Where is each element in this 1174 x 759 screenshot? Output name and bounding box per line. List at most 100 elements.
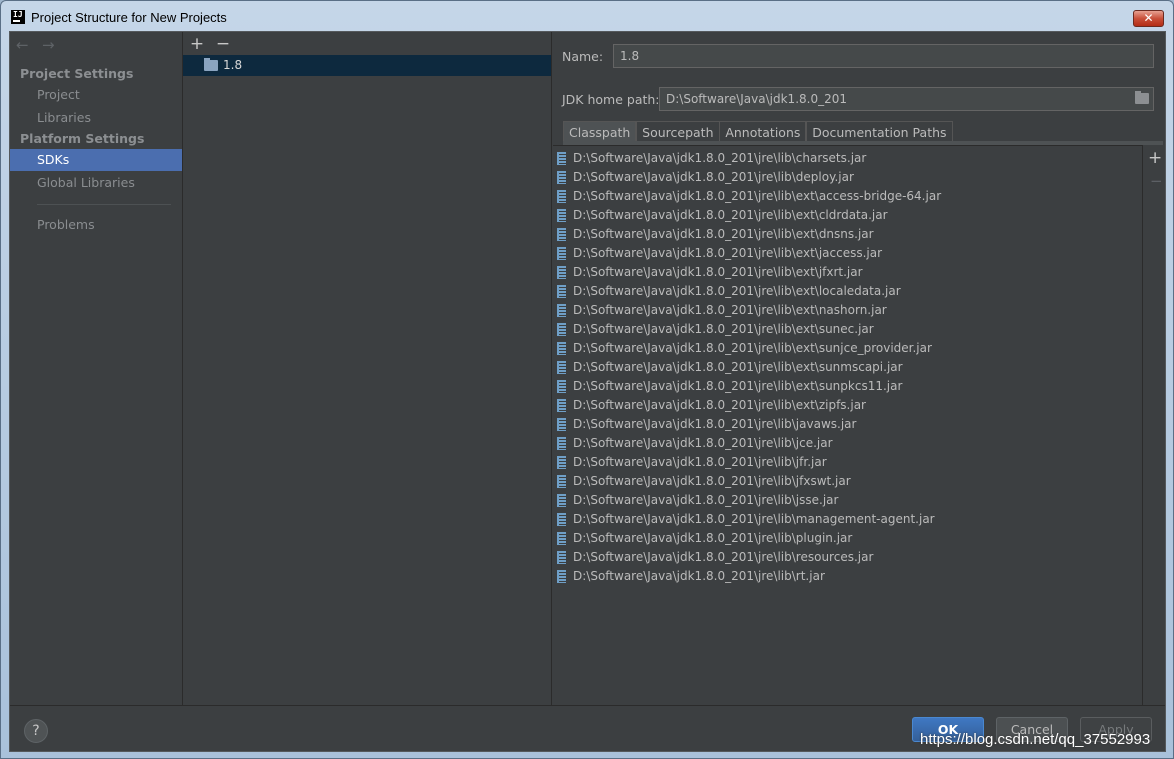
sdk-folder-icon: [204, 58, 218, 71]
classpath-entry[interactable]: D:\Software\Java\jdk1.8.0_201\jre\lib\pl…: [557, 529, 852, 548]
jar-file-icon: [557, 190, 566, 203]
jar-file-icon: [557, 380, 566, 393]
jar-file-icon: [557, 266, 566, 279]
sdk-name: 1.8: [223, 58, 243, 72]
classpath-entry-path: D:\Software\Java\jdk1.8.0_201\jre\lib\ex…: [573, 284, 901, 298]
nav-item-sdks[interactable]: SDKs: [10, 149, 182, 171]
classpath-entry-path: D:\Software\Java\jdk1.8.0_201\jre\lib\ja…: [573, 417, 857, 431]
jar-file-icon: [557, 399, 566, 412]
classpath-entry[interactable]: D:\Software\Java\jdk1.8.0_201\jre\lib\ex…: [557, 263, 863, 282]
tab-classpath[interactable]: Classpath: [563, 121, 637, 142]
classpath-entry[interactable]: D:\Software\Java\jdk1.8.0_201\jre\lib\ex…: [557, 396, 866, 415]
settings-nav: ← → Project Settings Project Libraries P…: [10, 32, 183, 705]
classpath-entry-path: D:\Software\Java\jdk1.8.0_201\jre\lib\jf…: [573, 474, 851, 488]
classpath-entry[interactable]: D:\Software\Java\jdk1.8.0_201\jre\lib\js…: [557, 491, 838, 510]
help-button[interactable]: ?: [24, 719, 48, 743]
classpath-entry-path: D:\Software\Java\jdk1.8.0_201\jre\lib\ex…: [573, 398, 866, 412]
tab-documentation-paths[interactable]: Documentation Paths: [806, 121, 953, 142]
add-sdk-button[interactable]: +: [187, 34, 207, 54]
jar-file-icon: [557, 247, 566, 260]
classpath-entry[interactable]: D:\Software\Java\jdk1.8.0_201\jre\lib\ex…: [557, 377, 902, 396]
classpath-entry-path: D:\Software\Java\jdk1.8.0_201\jre\lib\ex…: [573, 246, 883, 260]
classpath-entry-path: D:\Software\Java\jdk1.8.0_201\jre\lib\ex…: [573, 265, 863, 279]
classpath-entry-path: D:\Software\Java\jdk1.8.0_201\jre\lib\js…: [573, 493, 839, 507]
classpath-entry-path: D:\Software\Java\jdk1.8.0_201\jre\lib\ex…: [573, 341, 932, 355]
sdk-list-item[interactable]: 1.8: [183, 55, 551, 76]
nav-section-platform-settings: Platform Settings: [20, 131, 145, 146]
jar-file-icon: [557, 152, 566, 165]
add-path-button[interactable]: +: [1148, 148, 1162, 168]
classpath-entry[interactable]: D:\Software\Java\jdk1.8.0_201\jre\lib\ma…: [557, 510, 935, 529]
tab-annotations[interactable]: Annotations: [719, 121, 807, 142]
classpath-entry-path: D:\Software\Java\jdk1.8.0_201\jre\lib\rt…: [573, 569, 825, 583]
nav-item-problems[interactable]: Problems: [10, 214, 182, 236]
classpath-entry-path: D:\Software\Java\jdk1.8.0_201\jre\lib\ch…: [573, 151, 867, 165]
browse-folder-icon[interactable]: [1135, 91, 1149, 104]
classpath-entry-path: D:\Software\Java\jdk1.8.0_201\jre\lib\jf…: [573, 455, 827, 469]
title-bar[interactable]: IJ Project Structure for New Projects ✕: [1, 1, 1173, 33]
jdk-home-path-value: D:\Software\Java\jdk1.8.0_201: [666, 92, 847, 106]
jar-file-icon: [557, 209, 566, 222]
classpath-entry[interactable]: D:\Software\Java\jdk1.8.0_201\jre\lib\de…: [557, 168, 854, 187]
classpath-entry[interactable]: D:\Software\Java\jdk1.8.0_201\jre\lib\ex…: [557, 358, 903, 377]
classpath-entry-path: D:\Software\Java\jdk1.8.0_201\jre\lib\jc…: [573, 436, 833, 450]
classpath-entry-path: D:\Software\Java\jdk1.8.0_201\jre\lib\ex…: [573, 379, 903, 393]
forward-arrow-icon[interactable]: →: [42, 36, 55, 54]
classpath-entry[interactable]: D:\Software\Java\jdk1.8.0_201\jre\lib\ex…: [557, 320, 874, 339]
remove-path-button[interactable]: −: [1150, 172, 1163, 190]
classpath-entry-path: D:\Software\Java\jdk1.8.0_201\jre\lib\ex…: [573, 227, 874, 241]
back-arrow-icon[interactable]: ←: [16, 36, 29, 54]
classpath-entry[interactable]: D:\Software\Java\jdk1.8.0_201\jre\lib\ex…: [557, 187, 941, 206]
jar-file-icon: [557, 551, 566, 564]
name-label: Name:: [562, 49, 604, 64]
jar-file-icon: [557, 513, 566, 526]
watermark: https://blog.csdn.net/qq_37552993: [920, 731, 1151, 748]
classpath-entry[interactable]: D:\Software\Java\jdk1.8.0_201\jre\lib\re…: [557, 548, 873, 567]
classpath-entry[interactable]: D:\Software\Java\jdk1.8.0_201\jre\lib\jf…: [557, 453, 827, 472]
classpath-entry-path: D:\Software\Java\jdk1.8.0_201\jre\lib\ex…: [573, 208, 888, 222]
sdk-list-pane: + − 1.8: [183, 32, 552, 705]
classpath-entry[interactable]: D:\Software\Java\jdk1.8.0_201\jre\lib\ex…: [557, 282, 901, 301]
path-tabs: Classpath Sourcepath Annotations Documen…: [563, 121, 953, 142]
remove-sdk-button[interactable]: −: [213, 34, 233, 54]
dialog-window: IJ Project Structure for New Projects ✕ …: [0, 0, 1174, 759]
nav-item-global-libraries[interactable]: Global Libraries: [10, 172, 182, 194]
classpath-list[interactable]: D:\Software\Java\jdk1.8.0_201\jre\lib\ch…: [553, 145, 1143, 705]
jar-file-icon: [557, 494, 566, 507]
nav-item-libraries[interactable]: Libraries: [10, 107, 182, 129]
classpath-entry[interactable]: D:\Software\Java\jdk1.8.0_201\jre\lib\ch…: [557, 149, 866, 168]
classpath-entry-path: D:\Software\Java\jdk1.8.0_201\jre\lib\de…: [573, 170, 854, 184]
classpath-entry[interactable]: D:\Software\Java\jdk1.8.0_201\jre\lib\ex…: [557, 244, 882, 263]
classpath-entry[interactable]: D:\Software\Java\jdk1.8.0_201\jre\lib\jc…: [557, 434, 833, 453]
classpath-entry-path: D:\Software\Java\jdk1.8.0_201\jre\lib\re…: [573, 550, 874, 564]
classpath-entry[interactable]: D:\Software\Java\jdk1.8.0_201\jre\lib\jf…: [557, 472, 851, 491]
tab-sourcepath[interactable]: Sourcepath: [636, 121, 720, 142]
classpath-entry[interactable]: D:\Software\Java\jdk1.8.0_201\jre\lib\ex…: [557, 225, 874, 244]
jdk-home-path-field[interactable]: D:\Software\Java\jdk1.8.0_201: [659, 87, 1154, 111]
classpath-entry-path: D:\Software\Java\jdk1.8.0_201\jre\lib\pl…: [573, 531, 853, 545]
classpath-entry[interactable]: D:\Software\Java\jdk1.8.0_201\jre\lib\ja…: [557, 415, 856, 434]
nav-item-project[interactable]: Project: [10, 84, 182, 106]
classpath-entry[interactable]: D:\Software\Java\jdk1.8.0_201\jre\lib\rt…: [557, 567, 825, 586]
classpath-entry[interactable]: D:\Software\Java\jdk1.8.0_201\jre\lib\ex…: [557, 206, 888, 225]
jar-file-icon: [557, 456, 566, 469]
close-button[interactable]: ✕: [1133, 10, 1164, 27]
intellij-logo-icon: IJ: [11, 10, 25, 24]
jar-file-icon: [557, 437, 566, 450]
classpath-entry-path: D:\Software\Java\jdk1.8.0_201\jre\lib\ex…: [573, 360, 903, 374]
classpath-entry-path: D:\Software\Java\jdk1.8.0_201\jre\lib\ex…: [573, 189, 942, 203]
jar-file-icon: [557, 532, 566, 545]
classpath-entry[interactable]: D:\Software\Java\jdk1.8.0_201\jre\lib\ex…: [557, 301, 887, 320]
jar-file-icon: [557, 285, 566, 298]
sdk-detail-pane: Name: 1.8 JDK home path: D:\Software\Jav…: [553, 32, 1165, 705]
dialog-content: ← → Project Settings Project Libraries P…: [9, 31, 1166, 752]
jar-file-icon: [557, 361, 566, 374]
classpath-entry-path: D:\Software\Java\jdk1.8.0_201\jre\lib\ma…: [573, 512, 935, 526]
jar-file-icon: [557, 342, 566, 355]
name-field[interactable]: 1.8: [613, 44, 1154, 68]
jar-file-icon: [557, 475, 566, 488]
nav-section-project-settings: Project Settings: [20, 66, 134, 81]
jar-file-icon: [557, 304, 566, 317]
window-title: Project Structure for New Projects: [31, 10, 227, 25]
classpath-entry[interactable]: D:\Software\Java\jdk1.8.0_201\jre\lib\ex…: [557, 339, 932, 358]
